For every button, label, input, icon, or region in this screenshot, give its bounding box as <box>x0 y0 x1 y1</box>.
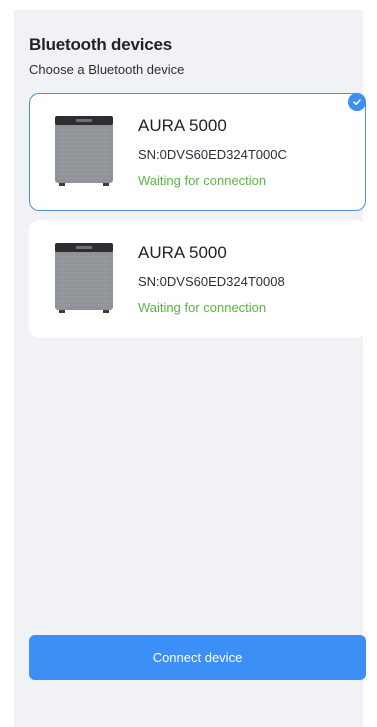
device-card[interactable]: AURA 5000 SN:0DVS60ED324T000C Waiting fo… <box>29 93 366 211</box>
device-info: AURA 5000 SN:0DVS60ED324T0008 Waiting fo… <box>138 243 285 315</box>
device-card[interactable]: AURA 5000 SN:0DVS60ED324T0008 Waiting fo… <box>29 220 366 338</box>
device-serial: SN:0DVS60ED324T000C <box>138 147 287 162</box>
device-status: Waiting for connection <box>138 173 267 188</box>
device-image <box>55 116 113 186</box>
device-status: Waiting for connection <box>138 300 267 315</box>
header: Bluetooth devices Choose a Bluetooth dev… <box>29 35 184 77</box>
device-image <box>55 243 113 313</box>
device-name: AURA 5000 <box>138 243 227 262</box>
check-circle-icon <box>348 93 366 111</box>
page-title: Bluetooth devices <box>29 35 173 54</box>
page-subtitle: Choose a Bluetooth device <box>29 62 185 77</box>
device-info: AURA 5000 SN:0DVS60ED324T000C Waiting fo… <box>138 116 287 188</box>
bluetooth-devices-screen: Bluetooth devices Choose a Bluetooth dev… <box>14 10 366 727</box>
connect-device-button[interactable]: Connect device <box>29 635 366 680</box>
device-name: AURA 5000 <box>138 116 227 135</box>
device-serial: SN:0DVS60ED324T0008 <box>138 274 285 289</box>
